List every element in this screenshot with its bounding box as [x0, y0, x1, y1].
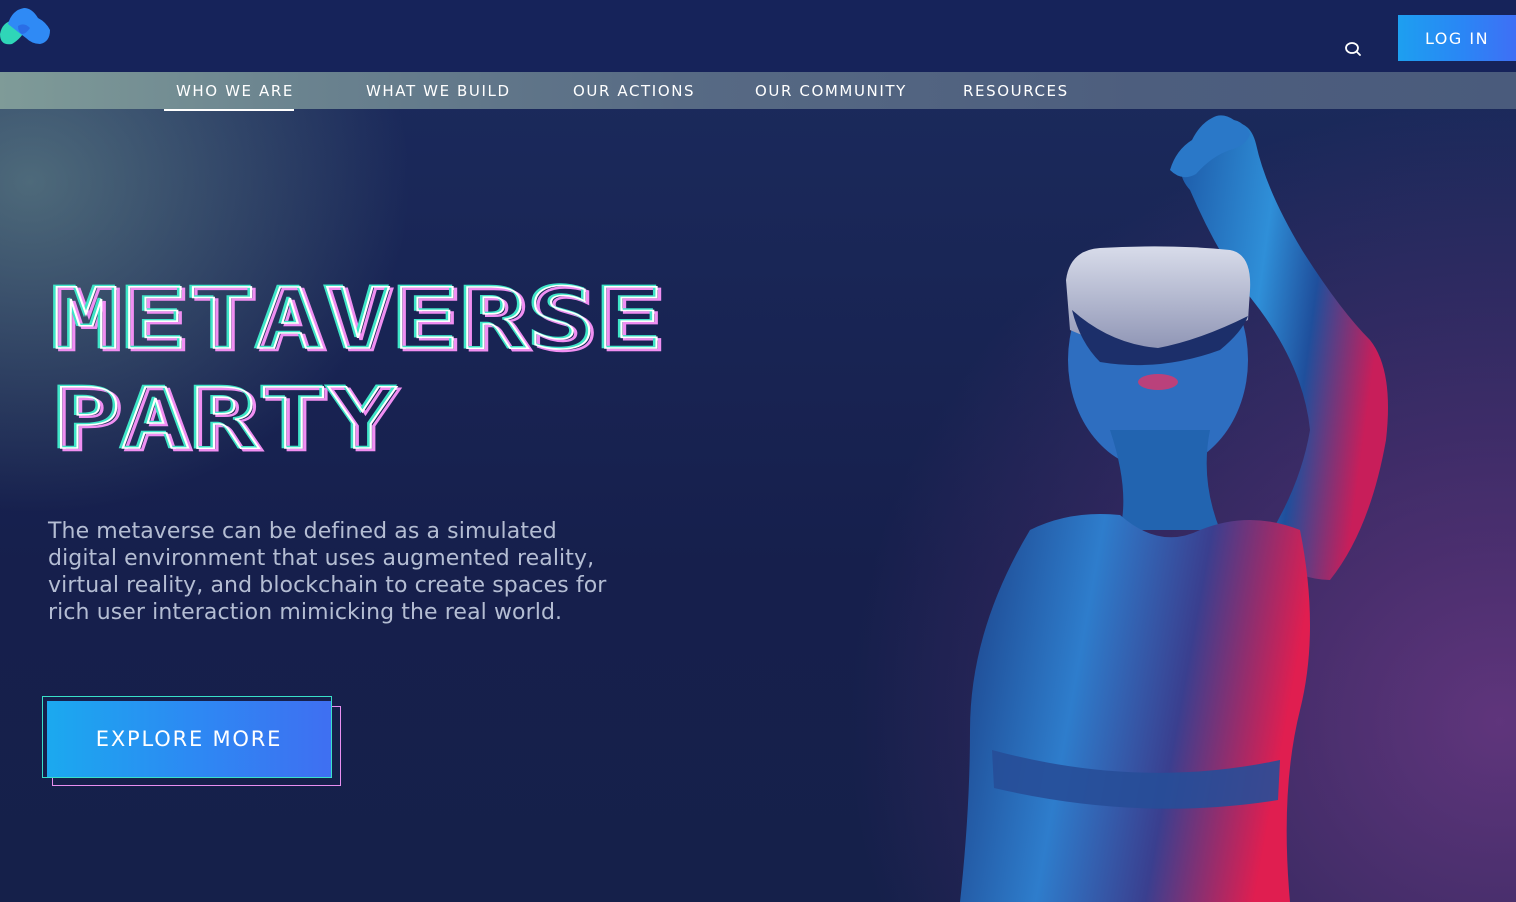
- neck: [1110, 430, 1220, 530]
- search-button[interactable]: [1338, 36, 1368, 62]
- top-bar: LOG IN: [0, 0, 1516, 72]
- vr-figure-image: [960, 115, 1388, 902]
- nav-item-what-we-build[interactable]: WHAT WE BUILD: [366, 72, 511, 109]
- login-button[interactable]: LOG IN: [1398, 15, 1516, 61]
- title-line2: PARTY: [52, 370, 398, 468]
- nav-item-our-actions[interactable]: OUR ACTIONS: [573, 72, 695, 109]
- hero-title: METAVERSE METAVERSE METAVERSE PARTY PART…: [49, 270, 668, 470]
- main-nav: WHO WE ARE WHAT WE BUILD OUR ACTIONS OUR…: [0, 72, 1516, 111]
- explore-more-button[interactable]: EXPLORE MORE: [47, 701, 331, 777]
- nav-item-resources[interactable]: RESOURCES: [963, 72, 1069, 109]
- title-line1: METAVERSE: [52, 270, 664, 368]
- search-icon: [1345, 42, 1361, 56]
- hero-description: The metaverse can be defined as a simula…: [48, 519, 607, 625]
- nav-item-who-we-are[interactable]: WHO WE ARE: [164, 72, 294, 111]
- lips: [1138, 374, 1178, 390]
- brand-logo-icon[interactable]: [0, 4, 52, 48]
- nav-item-our-community[interactable]: OUR COMMUNITY: [755, 72, 907, 109]
- torso: [960, 514, 1310, 902]
- explore-more-group: EXPLORE MORE: [42, 696, 344, 788]
